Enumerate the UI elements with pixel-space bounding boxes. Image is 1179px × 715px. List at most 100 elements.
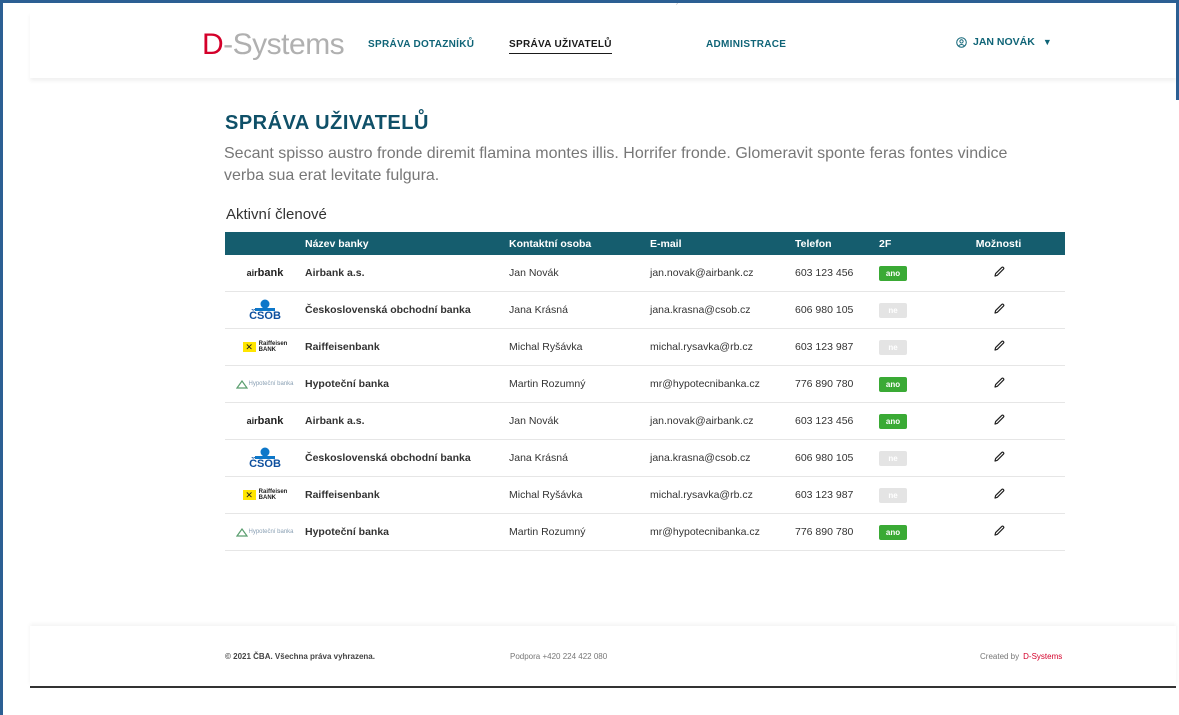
- twofa-status-badge: ne: [879, 302, 907, 318]
- created-by-label: Created by: [980, 652, 1020, 661]
- stray-accent-mark: ´: [676, 4, 679, 11]
- email-address[interactable]: mr@hypotecnibanka.cz: [650, 513, 795, 551]
- contact-person: Martin Rozumný: [509, 513, 650, 551]
- airbank-logo: air bank: [246, 415, 284, 427]
- nav-sprava-uzivatelu[interactable]: SPRÁVA UŽIVATELŮ: [509, 39, 612, 54]
- window-frame-left: [0, 0, 3, 715]
- d-systems-logo[interactable]: D-Systems: [202, 28, 345, 61]
- twofa-cell: ano: [879, 513, 966, 551]
- footer-credits: Created by D-Systems: [980, 652, 1062, 661]
- options-cell: [966, 402, 1065, 440]
- options-cell: [966, 255, 1065, 292]
- pencil-edit-icon[interactable]: [992, 265, 1006, 282]
- twofa-status-badge: ano: [879, 413, 907, 429]
- options-cell: [966, 291, 1065, 329]
- twofa-cell: ne: [879, 291, 966, 329]
- twofa-cell: ne: [879, 476, 966, 514]
- phone-number: 603 123 456: [795, 402, 879, 440]
- pencil-edit-icon[interactable]: [992, 302, 1006, 319]
- column-header-email[interactable]: E-mail: [650, 232, 795, 255]
- footer-divider: [30, 686, 1176, 688]
- contact-person: Jana Krásná: [509, 291, 650, 329]
- bank-name: Hypoteční banka: [305, 365, 509, 403]
- page-footer: © 2021 ČBA. Všechna práva vyhrazena. Pod…: [30, 626, 1176, 686]
- pencil-edit-icon[interactable]: [992, 376, 1006, 393]
- csob-logo: ČSOB: [249, 445, 281, 471]
- bank-logo-cell: ČSOB: [225, 291, 305, 329]
- table-row[interactable]: air bank Airbank a.s. Jan Novák jan.novak@ai…: [225, 402, 1065, 440]
- table-header-row: Název banky Kontaktní osoba E-mail Telef…: [225, 232, 1065, 255]
- table-row[interactable]: Hypoteční banka Hypoteční banka Martin Roz…: [225, 365, 1065, 403]
- table-row[interactable]: ČSOB Československá obchodní banka Jana Kr…: [225, 291, 1065, 329]
- contact-person: Jan Novák: [509, 255, 650, 292]
- table-row[interactable]: ✕ Raiffeisen BANK Raiffeisenbank Michal Ryšá…: [225, 328, 1065, 366]
- user-name: JAN NOVÁK: [973, 36, 1035, 48]
- user-circle-icon: [956, 36, 967, 48]
- raiffeisen-logo: ✕ Raiffeisen BANK: [242, 482, 287, 508]
- section-heading-active-members: Aktivní členové: [226, 206, 327, 223]
- column-header-phone[interactable]: Telefon: [795, 232, 879, 255]
- phone-number: 606 980 105: [795, 439, 879, 477]
- options-cell: [966, 513, 1065, 551]
- nav-sprava-dotazniku[interactable]: SPRÁVA DOTAZNÍKŮ: [368, 39, 474, 50]
- email-address[interactable]: jana.krasna@csob.cz: [650, 439, 795, 477]
- column-header-bank[interactable]: Název banky: [305, 232, 509, 255]
- contact-person: Martin Rozumný: [509, 365, 650, 403]
- bank-name: Airbank a.s.: [305, 402, 509, 440]
- email-address[interactable]: mr@hypotecnibanka.cz: [650, 365, 795, 403]
- table-row[interactable]: ČSOB Československá obchodní banka Jana Kr…: [225, 439, 1065, 477]
- bank-logo-cell: air bank: [225, 402, 305, 440]
- email-address[interactable]: jana.krasna@csob.cz: [650, 291, 795, 329]
- page-title: SPRÁVA UŽIVATELŮ: [225, 112, 429, 134]
- table-row[interactable]: ✕ Raiffeisen BANK Raiffeisenbank Michal Ryšá…: [225, 476, 1065, 514]
- twofa-cell: ne: [879, 439, 966, 477]
- chevron-down-icon: ▼: [1042, 37, 1052, 47]
- table-row[interactable]: air bank Airbank a.s. Jan Novák jan.novak@ai…: [225, 255, 1065, 292]
- phone-number: 776 890 780: [795, 513, 879, 551]
- column-header-contact[interactable]: Kontaktní osoba: [509, 232, 650, 255]
- email-address[interactable]: michal.rysavka@rb.cz: [650, 476, 795, 514]
- bank-logo-cell: ✕ Raiffeisen BANK: [225, 328, 305, 366]
- airbank-logo: air bank: [246, 267, 284, 279]
- phone-number: 776 890 780: [795, 365, 879, 403]
- bank-logo-cell: ČSOB: [225, 439, 305, 477]
- contact-person: Jan Novák: [509, 402, 650, 440]
- bank-name: Československá obchodní banka: [305, 291, 509, 329]
- pencil-edit-icon[interactable]: [992, 450, 1006, 467]
- email-address[interactable]: jan.novak@airbank.cz: [650, 402, 795, 440]
- nav-administrace[interactable]: ADMINISTRACE: [706, 39, 786, 50]
- members-table: Název banky Kontaktní osoba E-mail Telef…: [225, 232, 1065, 551]
- column-header-2f[interactable]: 2F: [879, 232, 966, 255]
- column-header-options: Možnosti: [975, 237, 1022, 250]
- user-menu[interactable]: JAN NOVÁK ▼: [956, 36, 1052, 48]
- logo-wordmark: -Systems: [223, 28, 345, 61]
- window-frame-top: [0, 0, 1179, 3]
- bank-logo-cell: air bank: [225, 255, 305, 292]
- phone-number: 603 123 456: [795, 255, 879, 292]
- bank-name: Raiffeisenbank: [305, 476, 509, 514]
- twofa-status-badge: ne: [879, 339, 907, 355]
- table-row[interactable]: Hypoteční banka Hypoteční banka Martin Roz…: [225, 513, 1065, 551]
- twofa-status-badge: ano: [879, 376, 907, 392]
- page-description: Secant spisso austro fronde diremit flam…: [224, 145, 1008, 184]
- footer-support-phone[interactable]: Podpora +420 224 422 080: [510, 652, 607, 661]
- pencil-edit-icon[interactable]: [992, 487, 1006, 504]
- twofa-cell: ne: [879, 328, 966, 366]
- pencil-edit-icon[interactable]: [992, 339, 1006, 356]
- pencil-edit-icon[interactable]: [992, 413, 1006, 430]
- csob-logo: ČSOB: [249, 297, 281, 323]
- bank-name: Raiffeisenbank: [305, 328, 509, 366]
- d-systems-link[interactable]: D-Systems: [1023, 652, 1062, 661]
- bank-name: Československá obchodní banka: [305, 439, 509, 477]
- bank-name: Airbank a.s.: [305, 255, 509, 292]
- pencil-edit-icon[interactable]: [992, 524, 1006, 541]
- email-address[interactable]: jan.novak@airbank.cz: [650, 255, 795, 292]
- bank-logo-cell: Hypoteční banka: [225, 513, 305, 551]
- column-header-logo: [225, 232, 305, 255]
- phone-number: 606 980 105: [795, 291, 879, 329]
- twofa-cell: ano: [879, 365, 966, 403]
- twofa-status-badge: ano: [879, 265, 907, 281]
- email-address[interactable]: michal.rysavka@rb.cz: [650, 328, 795, 366]
- top-navigation-bar: D-Systems SPRÁVA DOTAZNÍKŮ SPRÁVA UŽIVAT…: [30, 12, 1176, 78]
- bank-logo-cell: Hypoteční banka: [225, 365, 305, 403]
